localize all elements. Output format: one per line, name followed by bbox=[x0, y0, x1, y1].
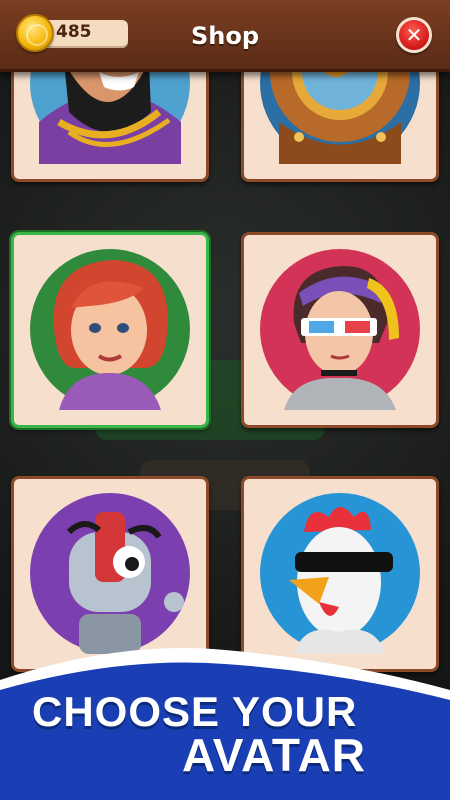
avatar-red-haired-woman-image bbox=[30, 249, 190, 410]
page-title: Shop bbox=[190, 22, 260, 50]
shop-header: 485 Shop ✕ bbox=[0, 0, 450, 72]
avatar-woman-3d-glasses-image bbox=[260, 249, 420, 410]
close-icon: ✕ bbox=[405, 23, 423, 47]
avatar-card-robot[interactable] bbox=[11, 476, 209, 672]
avatar-robot-image bbox=[30, 493, 190, 654]
avatar-rooster-sunglasses-image bbox=[260, 493, 420, 654]
avatar-card-woman-3d-glasses[interactable] bbox=[241, 232, 439, 428]
avatar-card-red-haired-woman[interactable] bbox=[11, 232, 209, 428]
close-button[interactable]: ✕ bbox=[396, 17, 432, 53]
avatar-card-rooster-sunglasses[interactable] bbox=[241, 476, 439, 672]
promo-line-2: AVATAR bbox=[182, 729, 367, 781]
